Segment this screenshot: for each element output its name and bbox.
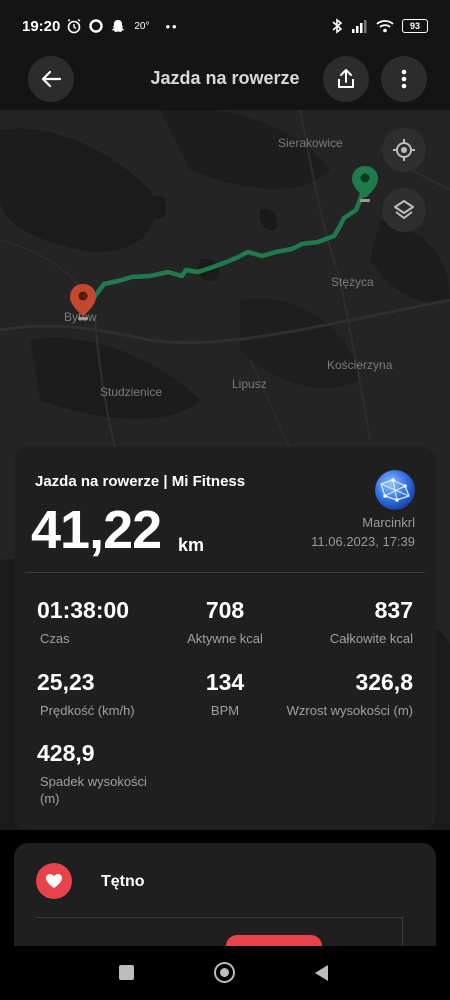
recents-button[interactable] xyxy=(119,965,134,980)
more-icon xyxy=(401,69,407,89)
workout-datetime: 11.06.2023, 17:39 xyxy=(311,534,415,549)
share-button[interactable] xyxy=(323,56,369,102)
workout-title: Jazda na rowerze | Mi Fitness xyxy=(35,473,246,490)
stat-label: Całkowite kcal xyxy=(329,631,413,646)
end-pin-icon xyxy=(352,166,378,202)
username: Marcinkrl xyxy=(362,515,415,530)
stat-value: 25,23 xyxy=(37,669,95,695)
stat-label: Wzrost wysokości (m) xyxy=(286,703,413,718)
map-label-stezyca: Stężyca xyxy=(331,275,374,289)
system-navbar xyxy=(0,946,450,1000)
stat-value: 01:38:00 xyxy=(37,597,130,623)
map-label-sierakowice: Sierakowice xyxy=(278,136,343,150)
cellular-signal-icon xyxy=(352,20,367,33)
stat-value: 326,8 xyxy=(355,669,413,695)
stat-label: BPM xyxy=(210,703,240,718)
stat-value: 837 xyxy=(374,597,413,623)
locate-icon xyxy=(393,139,415,161)
status-time: 19:20 xyxy=(22,17,61,35)
stat-bpm: 134 BPM xyxy=(164,669,286,719)
start-pin-icon xyxy=(70,284,96,320)
distance-unit: km xyxy=(178,535,205,555)
globe-avatar-icon xyxy=(375,470,415,510)
avatar[interactable] xyxy=(375,470,415,510)
stat-total-kcal: 837 Całkowite kcal xyxy=(330,597,413,647)
layers-icon xyxy=(394,200,414,219)
stat-label: Aktywne kcal xyxy=(187,631,263,646)
heart-rate-card[interactable]: Tętno xyxy=(14,843,436,963)
app-header: Jazda na rowerze xyxy=(0,52,450,110)
share-icon xyxy=(338,69,354,88)
map-label-lipusz: Lipusz xyxy=(232,377,267,391)
wifi-icon xyxy=(376,20,394,33)
battery-indicator: 93 xyxy=(402,19,428,33)
stat-duration: 01:38:00 Czas xyxy=(37,597,129,647)
status-bar: 19:20 20° •• 93 xyxy=(0,0,450,52)
home-button[interactable] xyxy=(214,962,235,983)
stat-label: Czas xyxy=(40,631,70,646)
stat-value: 428,9 xyxy=(37,740,95,766)
stat-label: Prędkość (km/h) xyxy=(40,703,135,718)
alarm-icon xyxy=(67,18,81,34)
more-button[interactable] xyxy=(381,56,427,102)
status-temperature: 20° xyxy=(134,20,150,32)
stat-value: 708 xyxy=(205,597,245,623)
map-label-koscierzyna: Kościerzyna xyxy=(327,358,393,372)
heart-icon xyxy=(46,874,62,888)
stat-value: 134 xyxy=(205,669,245,695)
map-label-studzienice: Studzienice xyxy=(100,385,163,399)
stat-speed: 25,23 Prędkość (km/h) xyxy=(37,669,135,719)
stat-active-kcal: 708 Aktywne kcal xyxy=(164,597,286,647)
bluetooth-icon xyxy=(332,18,343,34)
stat-label: Spadek wysokości (m) xyxy=(40,774,147,806)
workout-summary-card: Jazda na rowerze | Mi Fitness 41,22 km M… xyxy=(14,447,436,829)
stat-elevation-loss: 428,9 Spadek wysokości (m) xyxy=(37,740,167,807)
divider xyxy=(25,572,425,573)
locate-button[interactable] xyxy=(382,128,426,172)
snapchat-icon xyxy=(111,20,125,32)
layers-button[interactable] xyxy=(382,188,426,232)
heart-rate-title: Tętno xyxy=(101,873,145,890)
back-triangle-icon[interactable] xyxy=(313,964,331,982)
status-more-dots: •• xyxy=(165,18,179,34)
ring-icon xyxy=(89,19,104,33)
stat-elevation-gain: 326,8 Wzrost wysokości (m) xyxy=(287,669,413,719)
distance-value: 41,22 xyxy=(31,500,162,560)
heart-badge xyxy=(36,863,72,899)
